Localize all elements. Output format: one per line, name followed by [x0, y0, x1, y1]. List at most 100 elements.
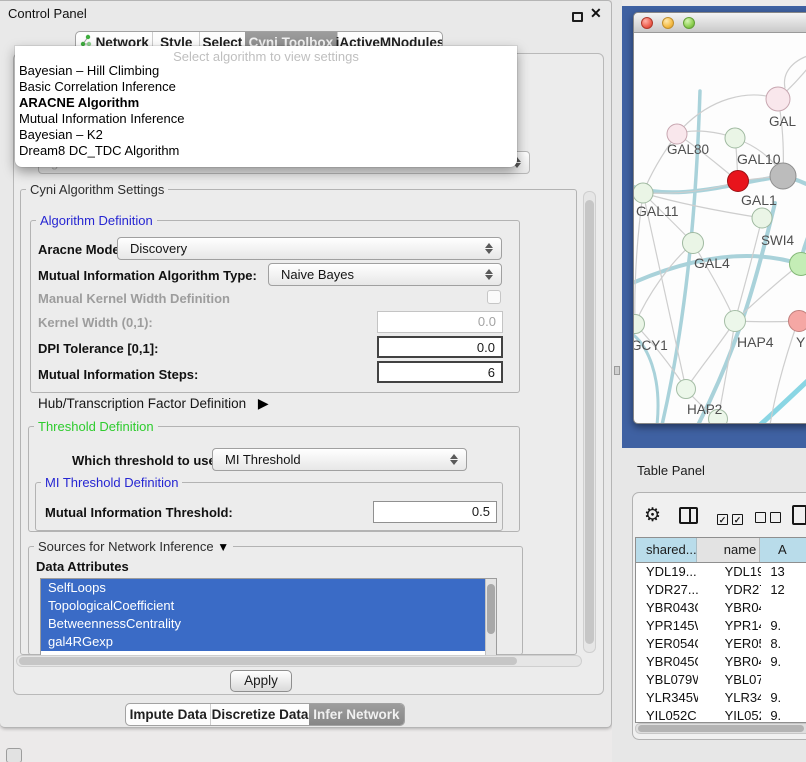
table-cell: YLR345W: [636, 689, 698, 707]
tab-impute-data[interactable]: Impute Data: [126, 704, 210, 725]
network-edge[interactable]: [770, 321, 798, 423]
zoom-traffic-light-icon[interactable]: [683, 17, 695, 29]
attribute-list-item[interactable]: gal4RGexp: [41, 633, 496, 651]
dpi-tolerance-field[interactable]: 0.0: [377, 336, 503, 358]
data-attributes-list[interactable]: SelfLoopsTopologicalCoefficientBetweenne…: [40, 578, 497, 656]
table-cell: YIL052C: [636, 707, 698, 723]
network-node-label: GAL10: [737, 151, 781, 167]
table-cell: [761, 599, 806, 617]
which-threshold-value: MI Threshold: [225, 452, 301, 467]
network-edge[interactable]: [760, 371, 806, 423]
columns-icon[interactable]: [679, 507, 698, 524]
table-row[interactable]: YLR345WYLR345W9.: [636, 689, 806, 707]
table-column-header[interactable]: name: [697, 538, 760, 562]
network-node-gcy1[interactable]: [634, 315, 645, 334]
network-edge[interactable]: [677, 95, 778, 134]
minimized-panel-icon[interactable]: [6, 748, 22, 762]
table-cell: 8.: [761, 635, 806, 653]
network-node-gal10[interactable]: [725, 128, 745, 148]
unchecked-box-icon: [770, 512, 781, 523]
apply-button[interactable]: Apply: [230, 670, 292, 692]
network-node-y[interactable]: [789, 311, 806, 332]
divider-handle-icon[interactable]: [614, 366, 620, 375]
network-node-label: GAL11: [636, 203, 679, 219]
attribute-list-item[interactable]: SelfLoops: [41, 579, 496, 597]
tab-infer-network-label: Infer Network: [313, 704, 399, 725]
menu-item-dream8[interactable]: Dream8 DC_TDC Algorithm: [15, 143, 517, 159]
manual-kernel-width-label: Manual Kernel Width Definition: [38, 291, 230, 306]
table-row[interactable]: YBL079WYBL079W: [636, 671, 806, 689]
network-view-window: GALGAL80GAL10GAL1GAL11SWI4GAL4HAP4YGCY1H…: [633, 12, 806, 424]
table-horizontal-scrollbar[interactable]: [635, 723, 806, 734]
float-window-icon[interactable]: [572, 12, 583, 22]
which-threshold-combobox[interactable]: MI Threshold: [212, 448, 467, 471]
mi-threshold-definition-title: MI Threshold Definition: [41, 475, 182, 490]
network-node-hap2[interactable]: [677, 380, 696, 399]
network-canvas[interactable]: GALGAL80GAL10GAL1GAL11SWI4GAL4HAP4YGCY1H…: [634, 33, 806, 423]
menu-item-mutual-information[interactable]: Mutual Information Inference: [15, 111, 517, 127]
network-edge[interactable]: [735, 264, 800, 321]
network-node-gal80[interactable]: [667, 124, 687, 144]
mi-algorithm-type-label: Mutual Information Algorithm Type:: [38, 268, 257, 283]
scrollbar-thumb[interactable]: [638, 725, 804, 732]
network-node-hap4[interactable]: [725, 311, 746, 332]
attribute-list-item[interactable]: BetweennessCentrality: [41, 615, 496, 633]
scrollbar-thumb[interactable]: [585, 200, 594, 644]
table-row[interactable]: YIL052CYIL052C9.: [636, 707, 806, 723]
table-row[interactable]: YBR045CYBR045C9.: [636, 653, 806, 671]
hub-definition-label: Hub/Transcription Factor Definition: [38, 396, 246, 411]
table-row[interactable]: YDL19...YDL19...13: [636, 563, 806, 581]
new-table-icon[interactable]: [792, 505, 806, 525]
network-desktop-area: GALGAL80GAL10GAL1GAL11SWI4GAL4HAP4YGCY1H…: [622, 6, 806, 448]
mi-algorithm-type-value: Naive Bayes: [281, 267, 354, 282]
table-cell: YBL079W: [698, 671, 762, 689]
attribute-list-item[interactable]: TopologicalCoefficient: [41, 597, 496, 615]
table-row[interactable]: YER054CYER054C8.: [636, 635, 806, 653]
manual-kernel-width-checkbox[interactable]: [487, 290, 501, 304]
table-column-header[interactable]: shared...: [636, 538, 697, 562]
panel-divider[interactable]: [612, 0, 622, 762]
settings-horizontal-scrollbar[interactable]: [16, 655, 582, 667]
table-row[interactable]: YPR145WYPR145W9.: [636, 617, 806, 635]
network-node-label: HAP4: [737, 334, 774, 350]
mi-threshold-field[interactable]: 0.5: [373, 501, 497, 523]
data-attributes-label: Data Attributes: [36, 559, 129, 574]
hub-definition-expander[interactable]: Hub/Transcription Factor Definition ▶: [38, 395, 269, 412]
close-icon[interactable]: ✕: [590, 5, 602, 22]
tab-discretize-data[interactable]: Discretize Data: [210, 704, 308, 725]
settings-vertical-scrollbar[interactable]: [583, 191, 596, 653]
menu-item-basic-correlation[interactable]: Basic Correlation Inference: [15, 79, 517, 95]
select-all-checkboxes-icon[interactable]: ✓✓: [717, 510, 747, 528]
mi-steps-field[interactable]: 6: [377, 361, 503, 383]
deselect-all-checkboxes-icon[interactable]: [755, 510, 785, 528]
table-row[interactable]: YBR043CYBR043C: [636, 599, 806, 617]
scrollbar-thumb[interactable]: [19, 657, 517, 665]
list-vertical-scrollbar[interactable]: [485, 579, 496, 655]
network-node-gal11[interactable]: [634, 183, 653, 203]
cyni-bottom-tabbar: Impute Data Discretize Data Infer Networ…: [125, 703, 405, 726]
menu-item-bayesian-k2[interactable]: Bayesian – K2: [15, 127, 517, 143]
network-node[interactable]: [790, 253, 806, 276]
close-traffic-light-icon[interactable]: [641, 17, 653, 29]
network-node-swi4[interactable]: [752, 208, 772, 228]
kernel-width-field[interactable]: 0.0: [377, 311, 503, 333]
algorithm-definition-title: Algorithm Definition: [36, 213, 157, 228]
tab-infer-network[interactable]: Infer Network: [309, 704, 404, 725]
minimize-traffic-light-icon[interactable]: [662, 17, 674, 29]
sources-group-title[interactable]: Sources for Network Inference ▼: [34, 539, 233, 554]
table-column-header[interactable]: A: [760, 538, 806, 562]
network-window-titlebar[interactable]: [634, 13, 806, 33]
scrollbar-thumb[interactable]: [487, 584, 495, 634]
mi-algorithm-type-combobox[interactable]: Naive Bayes: [268, 263, 502, 286]
node-attribute-table: shared...nameA YDL19...YDL19...13YDR27..…: [635, 537, 806, 723]
network-node-gal[interactable]: [766, 87, 790, 111]
aracne-mode-combobox[interactable]: Discovery: [117, 237, 502, 260]
menu-item-aracne[interactable]: ARACNE Algorithm: [15, 95, 517, 111]
combo-stepper-icon: [449, 453, 459, 468]
threshold-definition-title: Threshold Definition: [34, 419, 158, 434]
menu-item-bayesian-hill-climbing[interactable]: Bayesian – Hill Climbing: [15, 63, 517, 79]
gear-icon[interactable]: ⚙: [644, 506, 661, 525]
network-node-gal4[interactable]: [683, 233, 704, 254]
table-row[interactable]: YDR27...YDR27...12: [636, 581, 806, 599]
network-node-gal1[interactable]: [728, 171, 749, 192]
